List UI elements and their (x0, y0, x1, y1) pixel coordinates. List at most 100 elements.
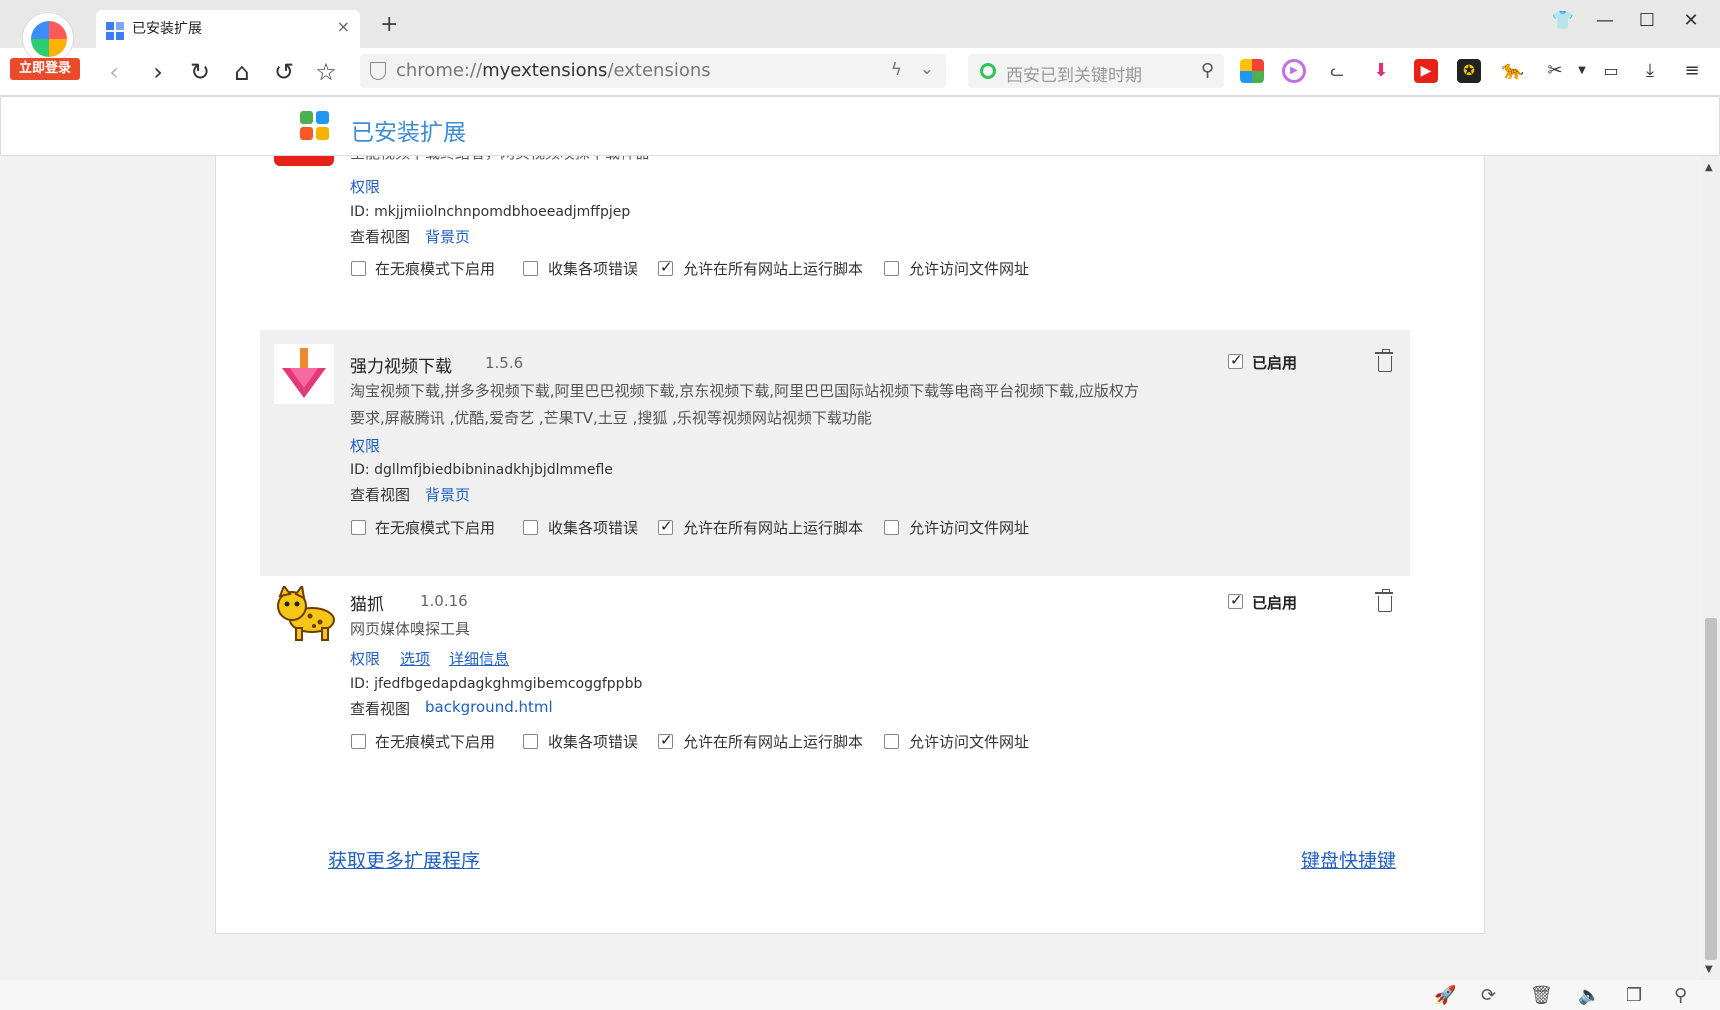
extension-version: 1.5.6 (485, 354, 524, 372)
url-text: chrome://myextensions/extensions (396, 60, 711, 81)
search-input[interactable]: 西安已到关键时期 (1006, 61, 1142, 86)
file-urls-checkbox[interactable] (884, 261, 899, 276)
collect-errors-checkbox[interactable] (523, 734, 538, 749)
apps-grid-icon[interactable] (1240, 59, 1264, 83)
page-scrollbar[interactable]: ▲ ▼ (1702, 156, 1720, 980)
extension-description-line2: 要求,屏蔽腾讯 ,优酷,爱奇艺 ,芒果TV,土豆 ,搜狐 ,乐视等视频网站视频下… (350, 409, 872, 427)
address-bar[interactable]: chrome://myextensions/extensions ϟ ⌄ (360, 54, 946, 88)
skin-icon[interactable]: 👕 (1548, 10, 1578, 31)
extensions-logo-icon (300, 111, 330, 141)
extension-card-power-video: 强力视频下载 1.5.6 淘宝视频下载,拼多多视频下载,阿里巴巴视频下载,京东视… (260, 330, 1410, 576)
tab-extensions[interactable]: 已安装扩展 × (96, 10, 360, 48)
chevron-down-icon[interactable]: ⌄ (920, 59, 934, 79)
scissors-dropdown-icon[interactable]: ▼ (1570, 59, 1594, 83)
extension-description: 全能视频下载终结者，网页视频嗅探下载神器 (350, 156, 1210, 168)
back-button[interactable]: ‹ (98, 56, 130, 88)
search-icon[interactable]: ⚲ (1201, 60, 1214, 81)
all-sites-checkbox[interactable] (658, 731, 673, 749)
pink-download-icon (274, 344, 334, 404)
cat-icon[interactable]: ᓚ (1325, 59, 1349, 83)
speed-icon[interactable]: ⟳ (1481, 985, 1496, 1006)
option-label: 收集各项错误 (548, 733, 639, 751)
scroll-down-arrow-icon[interactable]: ▼ (1705, 964, 1713, 975)
scissors-icon[interactable]: ✂ (1543, 59, 1567, 83)
menu-icon[interactable]: ≡ (1680, 59, 1704, 83)
enabled-checkbox[interactable] (1228, 351, 1243, 369)
scroll-thumb[interactable] (1705, 618, 1717, 960)
bookmark-star-icon[interactable]: ☆ (310, 56, 342, 88)
scroll-up-arrow-icon[interactable]: ▲ (1705, 162, 1713, 173)
undo-close-button[interactable]: ↺ (268, 56, 300, 88)
file-urls-checkbox[interactable] (884, 734, 899, 749)
download-arrow-icon[interactable]: ⬇ (1369, 59, 1393, 83)
extension-id: ID: jfedfbgedapdagkghmgibemcoggfppbb (350, 676, 643, 692)
enabled-label: 已启用 (1252, 354, 1298, 372)
all-sites-checkbox[interactable] (658, 517, 673, 535)
extension-description-line1: 淘宝视频下载,拼多多视频下载,阿里巴巴视频下载,京东视频下载,阿里巴巴国际站视频… (350, 382, 1139, 400)
get-more-extensions-link[interactable]: 获取更多扩展程序 (328, 846, 480, 873)
permissions-link[interactable]: 权限 (350, 648, 380, 669)
forward-button[interactable]: › (142, 56, 174, 88)
options-link[interactable]: 选项 (400, 648, 430, 669)
download-icon[interactable]: ⤓ (1638, 59, 1662, 83)
search-box[interactable]: 西安已到关键时期 ⚲ (968, 54, 1224, 88)
cheetah-icon (274, 583, 335, 646)
extensions-tab-icon (106, 18, 126, 40)
incognito-checkbox[interactable] (351, 520, 366, 535)
background-page-link[interactable]: 背景页 (425, 484, 470, 505)
media-icon[interactable]: ✪ (1457, 59, 1481, 83)
search-engine-icon (980, 63, 996, 79)
title-bar: 已安装扩展 × + 👕 — ☐ ✕ (0, 0, 1720, 48)
incognito-checkbox[interactable] (351, 261, 366, 276)
trash-icon[interactable]: 🗑 (1530, 985, 1553, 1006)
window-icon[interactable]: ❐ (1626, 985, 1642, 1006)
permissions-link[interactable]: 权限 (350, 435, 380, 456)
details-link[interactable]: 详细信息 (449, 648, 509, 669)
view-label: 查看视图 (350, 228, 411, 246)
option-label: 允许访问文件网址 (909, 260, 1030, 278)
option-label: 收集各项错误 (548, 260, 639, 278)
tab-close-icon[interactable]: × (337, 17, 350, 36)
background-page-link[interactable]: 背景页 (425, 226, 470, 247)
enabled-checkbox[interactable] (1228, 591, 1243, 609)
incognito-checkbox[interactable] (351, 734, 366, 749)
collect-errors-checkbox[interactable] (523, 261, 538, 276)
rocket-icon[interactable]: 🚀 (1434, 985, 1456, 1006)
minimize-button[interactable]: — (1590, 10, 1620, 31)
volume-icon[interactable]: 🔈 (1578, 985, 1600, 1006)
search-icon[interactable]: ⚲ (1674, 985, 1687, 1006)
remove-trash-icon[interactable] (1375, 589, 1393, 612)
lightning-icon[interactable]: ϟ (891, 60, 902, 80)
maximize-button[interactable]: ☐ (1632, 10, 1662, 31)
all-sites-checkbox[interactable] (658, 258, 673, 276)
keyboard-shortcuts-link[interactable]: 键盘快捷键 (1301, 846, 1396, 873)
toolbar: ‹ › ↻ ⌂ ↺ ☆ chrome://myextensions/extens… (0, 48, 1720, 96)
status-bar: 🚀 ⟳ 🗑 🔈 ❐ ⚲ (0, 980, 1720, 1010)
login-button[interactable]: 立即登录 (10, 58, 80, 80)
close-window-button[interactable]: ✕ (1676, 10, 1706, 31)
remove-trash-icon[interactable] (1375, 349, 1393, 372)
collect-errors-checkbox[interactable] (523, 520, 538, 535)
new-tab-button[interactable]: + (380, 12, 398, 37)
extension-description: 网页媒体嗅探工具 (350, 620, 471, 638)
tab-title: 已安装扩展 (132, 21, 202, 37)
extension-id: ID: dgllmfjbiedbibninadkhjbjdlmmefle (350, 462, 613, 478)
extension-version: 1.0.16 (420, 592, 468, 610)
option-label: 允许在所有网站上运行脚本 (683, 733, 864, 751)
option-label: 在无痕模式下启用 (375, 260, 496, 278)
shield-icon (370, 62, 386, 80)
background-html-link[interactable]: background.html (425, 698, 553, 716)
option-label: 在无痕模式下启用 (375, 733, 496, 751)
battery-icon[interactable]: ▭ (1597, 59, 1625, 83)
reload-button[interactable]: ↻ (184, 56, 216, 88)
home-button[interactable]: ⌂ (226, 56, 258, 88)
file-urls-checkbox[interactable] (884, 520, 899, 535)
permissions-link[interactable]: 权限 (350, 176, 380, 197)
view-label: 查看视图 (350, 486, 411, 504)
browser-logo-icon (22, 12, 74, 64)
avatar[interactable]: 立即登录 (10, 12, 80, 80)
youtube-icon[interactable]: ▶ (1414, 59, 1438, 83)
cheetah-icon[interactable]: 🐆 (1501, 59, 1525, 83)
red-video-icon (274, 156, 334, 166)
video-play-icon[interactable]: ▶ (1282, 59, 1306, 83)
